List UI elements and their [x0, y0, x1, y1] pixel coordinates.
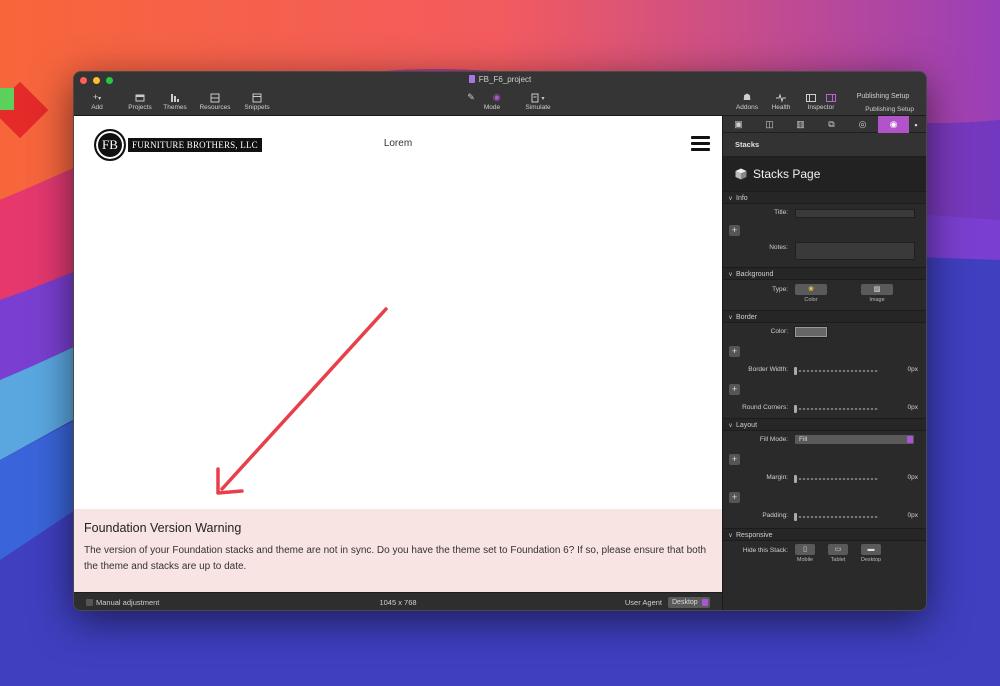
resources-button[interactable]: Resources	[195, 90, 235, 111]
add-padding-button[interactable]: +	[729, 492, 740, 503]
updown-chevron-icon	[907, 436, 913, 443]
projects-button[interactable]: Projects	[122, 90, 158, 111]
themes-button[interactable]: Themes	[160, 90, 190, 111]
add-info-button[interactable]: +	[729, 225, 740, 236]
publishing-setup-label: Publishing Setup	[865, 106, 914, 113]
sidebar-left-icon	[805, 93, 816, 102]
title-input[interactable]	[795, 209, 915, 218]
border-width-value: 0px	[907, 366, 918, 373]
warning-title: Foundation Version Warning	[84, 521, 242, 535]
annotation-arrow-icon	[216, 307, 388, 495]
tablet-icon: ▭	[834, 546, 842, 553]
background-type-image-button[interactable]: ▨	[861, 284, 893, 295]
border-width-slider[interactable]	[794, 367, 879, 375]
snippets-icon	[239, 90, 275, 104]
tab-stacks-icon[interactable]: ◉	[878, 116, 909, 133]
round-corners-label: Round Corners:	[742, 404, 788, 411]
padding-slider[interactable]	[794, 513, 879, 521]
type-label: Type:	[772, 286, 788, 293]
health-button[interactable]: Health	[766, 90, 796, 111]
sidebar-right-icon	[826, 93, 837, 102]
notes-label: Notes:	[769, 244, 788, 251]
app-window: FB_F6_project +▾ Add Projects Themes Res…	[73, 71, 927, 611]
snippets-button[interactable]: Snippets	[239, 90, 275, 111]
add-corner-button[interactable]: +	[729, 384, 740, 395]
section-layout[interactable]: v Layout	[723, 418, 926, 431]
plus-icon: +▾	[92, 92, 102, 102]
publishing-setup-button[interactable]: Publishing Setup	[850, 91, 916, 103]
health-icon	[766, 90, 796, 104]
pencil-icon: ✎	[467, 92, 475, 102]
tab-tag-icon[interactable]: ⧉	[816, 116, 847, 133]
fill-mode-select[interactable]: Fill	[795, 435, 914, 444]
inspector-panel: ▣ ◫ ▥ ⧉ ◎ ◉ ▪ Stacks Stacks Page v Info T…	[722, 116, 926, 610]
inspector-tabs: ▣ ◫ ▥ ⧉ ◎ ◉ ▪	[723, 116, 926, 133]
tab-overflow-icon[interactable]: ▪	[909, 116, 923, 133]
border-width-label: Border Width:	[748, 366, 788, 373]
updown-chevron-icon	[702, 599, 708, 606]
inspector-header: Stacks Page	[723, 157, 926, 191]
inspector-button[interactable]: Inspector	[802, 90, 840, 111]
nav-text[interactable]: Lorem	[74, 138, 722, 149]
background-type-color-button[interactable]: ❀	[795, 284, 827, 295]
foundation-warning: Foundation Version Warning The version o…	[74, 509, 722, 592]
hide-tablet-button[interactable]: ▭	[828, 544, 848, 555]
add-border-button[interactable]: +	[729, 346, 740, 357]
simulate-button[interactable]: ▾ Simulate	[520, 90, 556, 111]
tab-layout-icon[interactable]: ◫	[754, 116, 785, 133]
margin-label: Margin:	[766, 474, 788, 481]
inspector-subheader: Stacks	[723, 133, 926, 157]
tab-target-icon[interactable]: ◎	[847, 116, 878, 133]
round-corners-value: 0px	[907, 404, 918, 411]
user-agent-label: User Agent	[624, 598, 662, 607]
addons-icon: ☗	[742, 92, 752, 102]
hide-stack-label: Hide this Stack:	[742, 547, 788, 554]
status-bar: Manual adjustment 1045 x 768 User Agent …	[74, 592, 722, 610]
simulate-icon: ▾	[520, 90, 556, 104]
warning-message: The version of your Foundation stacks an…	[84, 545, 707, 572]
border-color-swatch[interactable]	[794, 326, 828, 338]
add-button[interactable]: +▾ Add	[82, 90, 112, 111]
hide-mobile-button[interactable]: ▯	[795, 544, 815, 555]
tab-columns-icon[interactable]: ▥	[785, 116, 816, 133]
notes-input[interactable]	[795, 242, 915, 260]
hide-desktop-button[interactable]: ▬	[861, 544, 881, 555]
resources-icon	[195, 90, 235, 104]
addons-button[interactable]: ☗ Addons	[732, 90, 762, 111]
section-border[interactable]: v Border	[723, 310, 926, 323]
section-background[interactable]: v Background	[723, 267, 926, 280]
themes-icon	[160, 90, 190, 104]
color-wheel-icon: ❀	[808, 286, 814, 293]
cube-icon	[735, 168, 747, 180]
section-info[interactable]: v Info	[723, 191, 926, 204]
margin-slider[interactable]	[794, 475, 879, 483]
titlebar: FB_F6_project +▾ Add Projects Themes Res…	[74, 72, 926, 116]
padding-value: 0px	[907, 512, 918, 519]
image-icon: ▨	[873, 286, 881, 293]
title-label: Title:	[774, 209, 788, 216]
mode-control[interactable]: ✎ ◉ Mode	[466, 90, 502, 111]
fill-mode-label: Fill Mode:	[759, 436, 788, 443]
section-responsive[interactable]: v Responsive	[723, 528, 926, 541]
tab-page-icon[interactable]: ▣	[723, 116, 754, 133]
window-title: FB_F6_project	[74, 75, 926, 84]
padding-label: Padding:	[762, 512, 788, 519]
phone-icon: ▯	[803, 546, 807, 553]
add-margin-button[interactable]: +	[729, 454, 740, 465]
desktop-icon: ▬	[867, 546, 875, 553]
hamburger-menu-icon[interactable]	[691, 136, 710, 154]
margin-value: 0px	[907, 474, 918, 481]
border-color-label: Color:	[770, 328, 788, 335]
round-corners-slider[interactable]	[794, 405, 879, 413]
page-canvas[interactable]: FB FURNITURE BROTHERS, LLC Lorem Foundat…	[74, 116, 722, 592]
projects-icon	[122, 90, 158, 104]
document-icon	[468, 75, 475, 83]
user-agent-select[interactable]: Desktop	[668, 597, 710, 608]
preview-icon: ◉	[492, 92, 501, 102]
